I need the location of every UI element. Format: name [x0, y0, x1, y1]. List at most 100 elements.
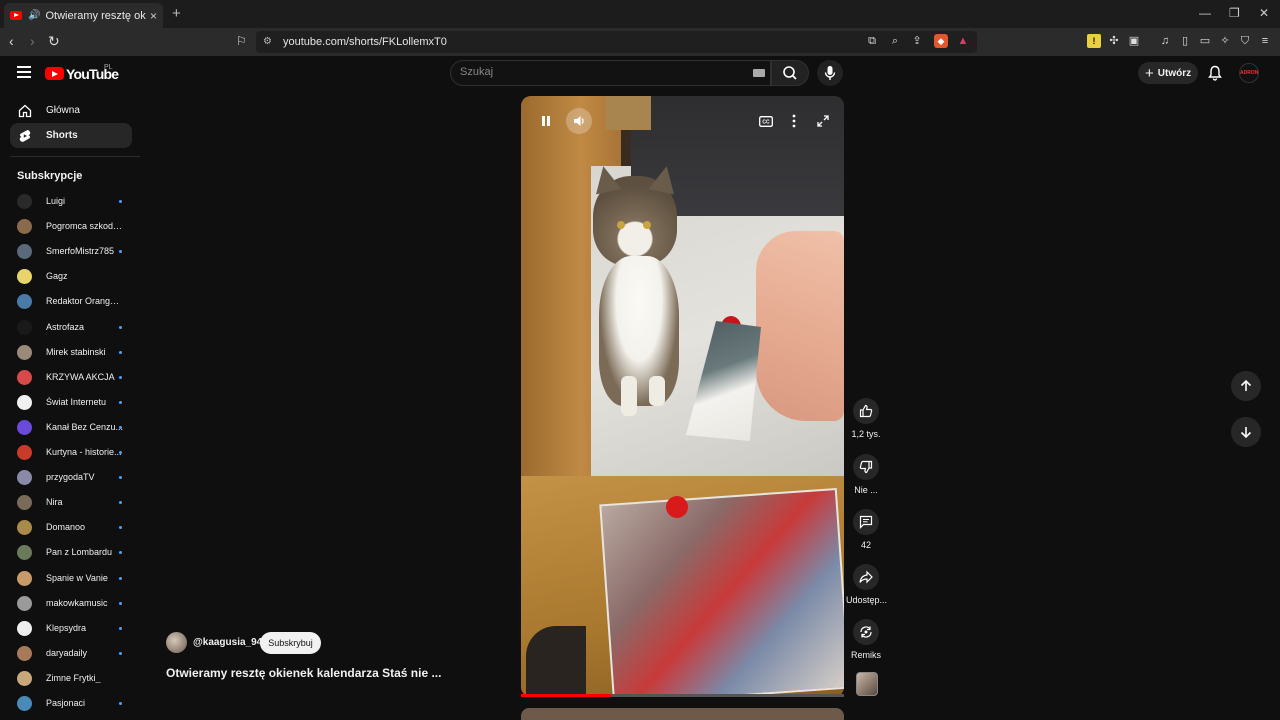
subscription-item[interactable]: makowkamusic [17, 595, 129, 613]
subscription-item[interactable]: Gagz [17, 268, 129, 286]
remix-button[interactable] [853, 619, 879, 645]
previous-short-button[interactable] [1231, 371, 1261, 401]
subscription-item[interactable]: Astrofaza [17, 319, 129, 337]
short-title[interactable]: Otwieramy resztę okienek kalendarza Staś… [166, 666, 441, 680]
volume-icon [574, 116, 584, 126]
close-window-button[interactable]: ✕ [1259, 6, 1269, 20]
new-content-indicator [119, 651, 122, 655]
audio-source-thumbnail[interactable] [856, 672, 878, 696]
comments-action[interactable]: 42 [846, 509, 886, 550]
subscription-item[interactable]: Redaktor Orangutan [17, 293, 129, 311]
bookmark-icon[interactable]: ⚐ [236, 34, 247, 48]
subscription-item[interactable]: Luigi [17, 193, 129, 211]
browser-tab-title: Otwieramy resztę okienek kalendarza [45, 9, 146, 22]
subscription-item[interactable]: Kurtyna - historie... [17, 444, 129, 462]
short-video-player[interactable] [521, 96, 844, 697]
captions-button[interactable]: CC [753, 108, 779, 134]
subscription-item[interactable]: Klepsydra [17, 620, 129, 638]
subscription-item[interactable]: przygodaTV [17, 469, 129, 487]
media-icon[interactable]: ♫ [1158, 34, 1172, 48]
subscription-item[interactable]: Kanał Bez Cenzu... [17, 419, 129, 437]
speaker-icon[interactable]: 🔊 [28, 10, 40, 21]
subscription-item[interactable]: Domanoo [17, 519, 129, 537]
open-external-icon[interactable]: ⧉ [865, 34, 879, 48]
zoom-icon[interactable]: ⌕ [888, 34, 902, 48]
brave-shields-icon[interactable]: ◆ [934, 34, 948, 48]
notifications-bell-icon[interactable] [1208, 65, 1222, 81]
share-page-icon[interactable]: ⇪ [910, 34, 924, 48]
channel-avatar [17, 194, 32, 209]
search-button[interactable] [771, 60, 809, 86]
remix-action[interactable]: Remiks [846, 619, 886, 660]
forward-icon[interactable]: › [30, 33, 35, 49]
close-tab-icon[interactable]: × [150, 9, 157, 23]
subscription-name: Kurtyna - historie... [46, 447, 122, 457]
browser-tab[interactable]: 🔊 Otwieramy resztę okienek kalendarza × [4, 3, 163, 28]
subscriptions-heading[interactable]: Subskrypcje [17, 170, 82, 182]
fullscreen-button[interactable] [810, 108, 836, 134]
channel-avatar [17, 244, 32, 260]
subscription-item[interactable]: Mirek stabinski [17, 344, 129, 362]
subscription-item[interactable]: KRZYWA AKCJA [17, 369, 129, 387]
pause-button[interactable] [533, 108, 559, 134]
share-button[interactable] [853, 564, 879, 590]
back-icon[interactable]: ‹ [9, 33, 14, 49]
brave-rewards-icon[interactable]: ▲ [956, 34, 970, 48]
site-info-icon[interactable]: ⚙ [263, 36, 272, 47]
tab-search-icon[interactable]: ▣ [1127, 34, 1141, 48]
keyboard-icon[interactable] [753, 69, 765, 77]
arrow-down-icon [1240, 427, 1252, 439]
subscription-name: KRZYWA AKCJA [46, 371, 115, 382]
sidebar-item-shorts[interactable]: Shorts [10, 123, 132, 148]
sidebar-toggle-icon[interactable]: ▯ [1178, 34, 1192, 48]
youtube-logo-icon[interactable] [45, 67, 64, 80]
share-action[interactable]: Udostęp... [846, 564, 887, 605]
channel-avatar [17, 344, 32, 360]
extension-icon[interactable]: ! [1087, 34, 1101, 48]
country-code: PL [104, 64, 113, 71]
like-action[interactable]: 1,2 tys. [846, 398, 886, 439]
leo-ai-icon[interactable]: ✧ [1218, 34, 1232, 48]
subscription-item[interactable]: Zimne Frytki_ [17, 670, 129, 688]
wallet-icon[interactable]: ▭ [1198, 34, 1212, 48]
next-short-button[interactable] [1231, 417, 1261, 447]
extensions-puzzle-icon[interactable]: ✣ [1107, 34, 1121, 48]
browser-menu-icon[interactable]: ≡ [1258, 34, 1272, 48]
subscription-item[interactable]: Świat Internetu [17, 394, 129, 412]
chevron-right-icon[interactable]: › [76, 170, 80, 182]
dislike-action[interactable]: Nie ... [846, 454, 886, 495]
like-button[interactable] [853, 398, 879, 424]
more-options-button[interactable] [781, 108, 807, 134]
search-box[interactable] [450, 60, 771, 86]
comments-button[interactable] [853, 509, 879, 535]
dislike-button[interactable] [853, 454, 879, 480]
account-avatar[interactable]: ADRON [1239, 63, 1259, 83]
channel-name[interactable]: @kaagusia_94 [193, 637, 262, 648]
maximize-button[interactable]: ❐ [1229, 6, 1240, 20]
arrow-up-icon [1240, 379, 1252, 391]
subscription-item[interactable]: Pasjonaci [17, 695, 129, 713]
subscription-item[interactable]: SmerfoMistrz785 [17, 243, 129, 261]
channel-avatar[interactable] [166, 632, 187, 653]
vpn-icon[interactable]: ⛉ [1238, 34, 1252, 48]
minimize-button[interactable]: — [1199, 6, 1211, 20]
create-button[interactable]: + Utwórz [1138, 62, 1198, 84]
search-input[interactable] [460, 66, 740, 78]
subscription-item[interactable]: Nira [17, 494, 129, 512]
voice-search-button[interactable] [817, 60, 843, 86]
subscribe-button[interactable]: Subskrybuj [260, 632, 321, 654]
volume-button[interactable] [566, 108, 592, 134]
sidebar-item-home[interactable]: Główna [10, 98, 132, 123]
new-tab-button[interactable]: + [172, 5, 181, 22]
subscription-item[interactable]: Pogromca szkodni... [17, 218, 129, 236]
hamburger-menu-icon[interactable] [17, 66, 31, 78]
subscription-item[interactable]: Spanie w Vanie [17, 570, 129, 588]
url-text[interactable]: youtube.com/shorts/FKLollemxT0 [283, 36, 447, 48]
reload-icon[interactable]: ↻ [48, 33, 60, 50]
channel-avatar [17, 470, 32, 486]
cat-leg-image [649, 376, 665, 406]
next-short-preview[interactable] [521, 708, 844, 720]
subscription-item[interactable]: daryadaily [17, 645, 129, 663]
dislike-label: Nie ... [854, 485, 878, 495]
subscription-item[interactable]: Pan z Lombardu [17, 544, 129, 562]
